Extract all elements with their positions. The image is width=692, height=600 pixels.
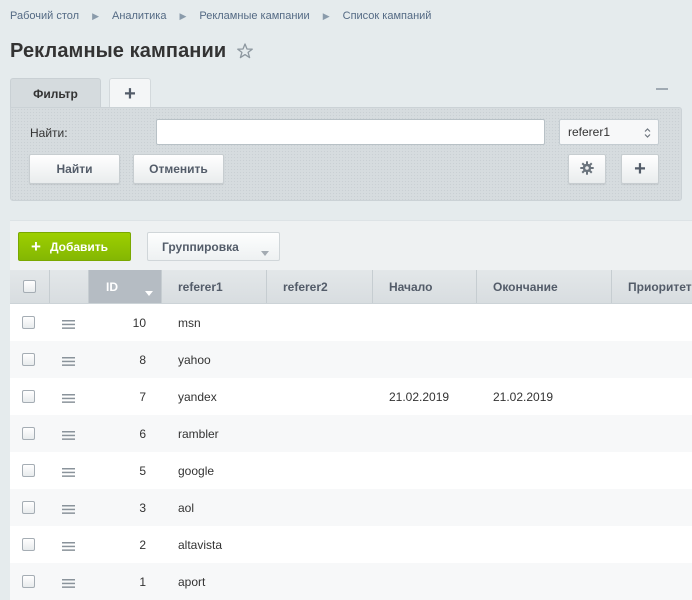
add-button-label: Добавить [49, 239, 109, 254]
caret-down-icon [145, 285, 153, 296]
row-checkbox[interactable] [22, 427, 35, 440]
cell-id: 5 [139, 463, 146, 478]
field-select-value: referer1 [568, 125, 611, 139]
plus-icon: + [31, 237, 41, 256]
column-header-label: ID [106, 279, 118, 294]
grouping-button[interactable]: Группировка [147, 232, 280, 261]
add-filter-field-button[interactable]: + [621, 154, 659, 184]
tab-filter[interactable]: Фильтр [10, 78, 101, 109]
cell-referer1: yandex [178, 389, 217, 404]
burger-icon[interactable] [62, 318, 75, 329]
row-checkbox[interactable] [22, 501, 35, 514]
cell-referer1: rambler [178, 426, 219, 441]
breadcrumb: Рабочий стол ▶ Аналитика ▶ Рекламные кам… [10, 8, 431, 24]
add-filter-tab-button[interactable]: + [109, 78, 151, 109]
breadcrumb-item-analytics[interactable]: Аналитика [112, 10, 166, 22]
cell-referer1: aport [178, 574, 206, 589]
table-header: ID referer1 referer2 Начало Окончание Пр… [10, 270, 692, 304]
cell-referer1: google [178, 463, 215, 478]
row-checkbox[interactable] [22, 353, 35, 366]
table-row[interactable]: 1 aport [10, 563, 692, 600]
add-button[interactable]: + Добавить [18, 232, 131, 261]
column-header-start[interactable]: Начало [373, 270, 477, 303]
star-icon[interactable] [237, 43, 254, 59]
table-row[interactable]: 5 google [10, 452, 692, 489]
cell-id: 10 [132, 315, 146, 330]
cell-id: 6 [139, 426, 146, 441]
cell-id: 8 [139, 352, 146, 367]
updown-icon [644, 127, 651, 139]
burger-icon[interactable] [62, 540, 75, 551]
find-button[interactable]: Найти [29, 154, 120, 184]
column-header-referer1[interactable]: referer1 [162, 270, 267, 303]
table-row[interactable]: 3 aol [10, 489, 692, 526]
chevron-right-icon: ▶ [179, 10, 187, 21]
gear-icon [580, 160, 594, 178]
column-header-priority[interactable]: Приоритет [612, 270, 692, 303]
table-row[interactable]: 10 msn [10, 304, 692, 341]
select-all-cell [10, 270, 50, 303]
chevron-right-icon: ▶ [322, 10, 330, 21]
row-checkbox[interactable] [22, 538, 35, 551]
cell-id: 7 [139, 389, 146, 404]
cell-id: 3 [139, 500, 146, 515]
breadcrumb-item-campaigns[interactable]: Рекламные кампании [199, 10, 309, 22]
table-row[interactable]: 7 yandex 21.02.2019 21.02.2019 [10, 378, 692, 415]
burger-icon[interactable] [62, 466, 75, 477]
select-all-checkbox[interactable] [23, 280, 36, 293]
grouping-button-label: Группировка [162, 239, 239, 254]
row-checkbox[interactable] [22, 464, 35, 477]
field-select[interactable]: referer1 [559, 119, 659, 145]
filter-tabs: Фильтр + [10, 78, 682, 109]
chevron-down-icon [261, 245, 269, 256]
cell-referer1: aol [178, 500, 195, 515]
cancel-button[interactable]: Отменить [133, 154, 224, 184]
row-checkbox[interactable] [22, 575, 35, 588]
breadcrumb-item-desktop[interactable]: Рабочий стол [10, 10, 79, 22]
page-title: Рекламные кампании [10, 39, 227, 62]
search-input[interactable] [156, 119, 545, 145]
minus-icon[interactable] [656, 88, 668, 90]
cell-referer1: yahoo [178, 352, 211, 367]
cell-referer1: altavista [178, 537, 223, 552]
table-row[interactable]: 6 rambler [10, 415, 692, 452]
cell-id: 2 [139, 537, 146, 552]
breadcrumb-item-campaign-list[interactable]: Список кампаний [343, 10, 432, 22]
burger-icon[interactable] [62, 355, 75, 366]
cell-id: 1 [139, 574, 146, 589]
cell-start: 21.02.2019 [389, 389, 450, 404]
burger-icon[interactable] [62, 577, 75, 588]
column-header-end[interactable]: Окончание [477, 270, 612, 303]
filter-panel: Найти: referer1 Найти Отменить + [10, 107, 682, 201]
header-actions-column [50, 270, 89, 303]
cell-end: 21.02.2019 [493, 389, 554, 404]
burger-icon[interactable] [62, 503, 75, 514]
find-label: Найти: [30, 126, 68, 140]
row-checkbox[interactable] [22, 390, 35, 403]
column-header-id[interactable]: ID [89, 270, 162, 303]
burger-icon[interactable] [62, 392, 75, 403]
cell-referer1: msn [178, 315, 201, 330]
row-checkbox[interactable] [22, 316, 35, 329]
table-row[interactable]: 2 altavista [10, 526, 692, 563]
settings-button[interactable] [568, 154, 606, 184]
campaign-table: ID referer1 referer2 Начало Окончание Пр… [10, 270, 692, 600]
burger-icon[interactable] [62, 429, 75, 440]
page-header: Рекламные кампании [10, 36, 254, 66]
column-header-referer2[interactable]: referer2 [267, 270, 373, 303]
grid-toolbar: + Добавить Группировка [10, 220, 692, 271]
table-row[interactable]: 8 yahoo [10, 341, 692, 378]
chevron-right-icon: ▶ [92, 10, 99, 21]
